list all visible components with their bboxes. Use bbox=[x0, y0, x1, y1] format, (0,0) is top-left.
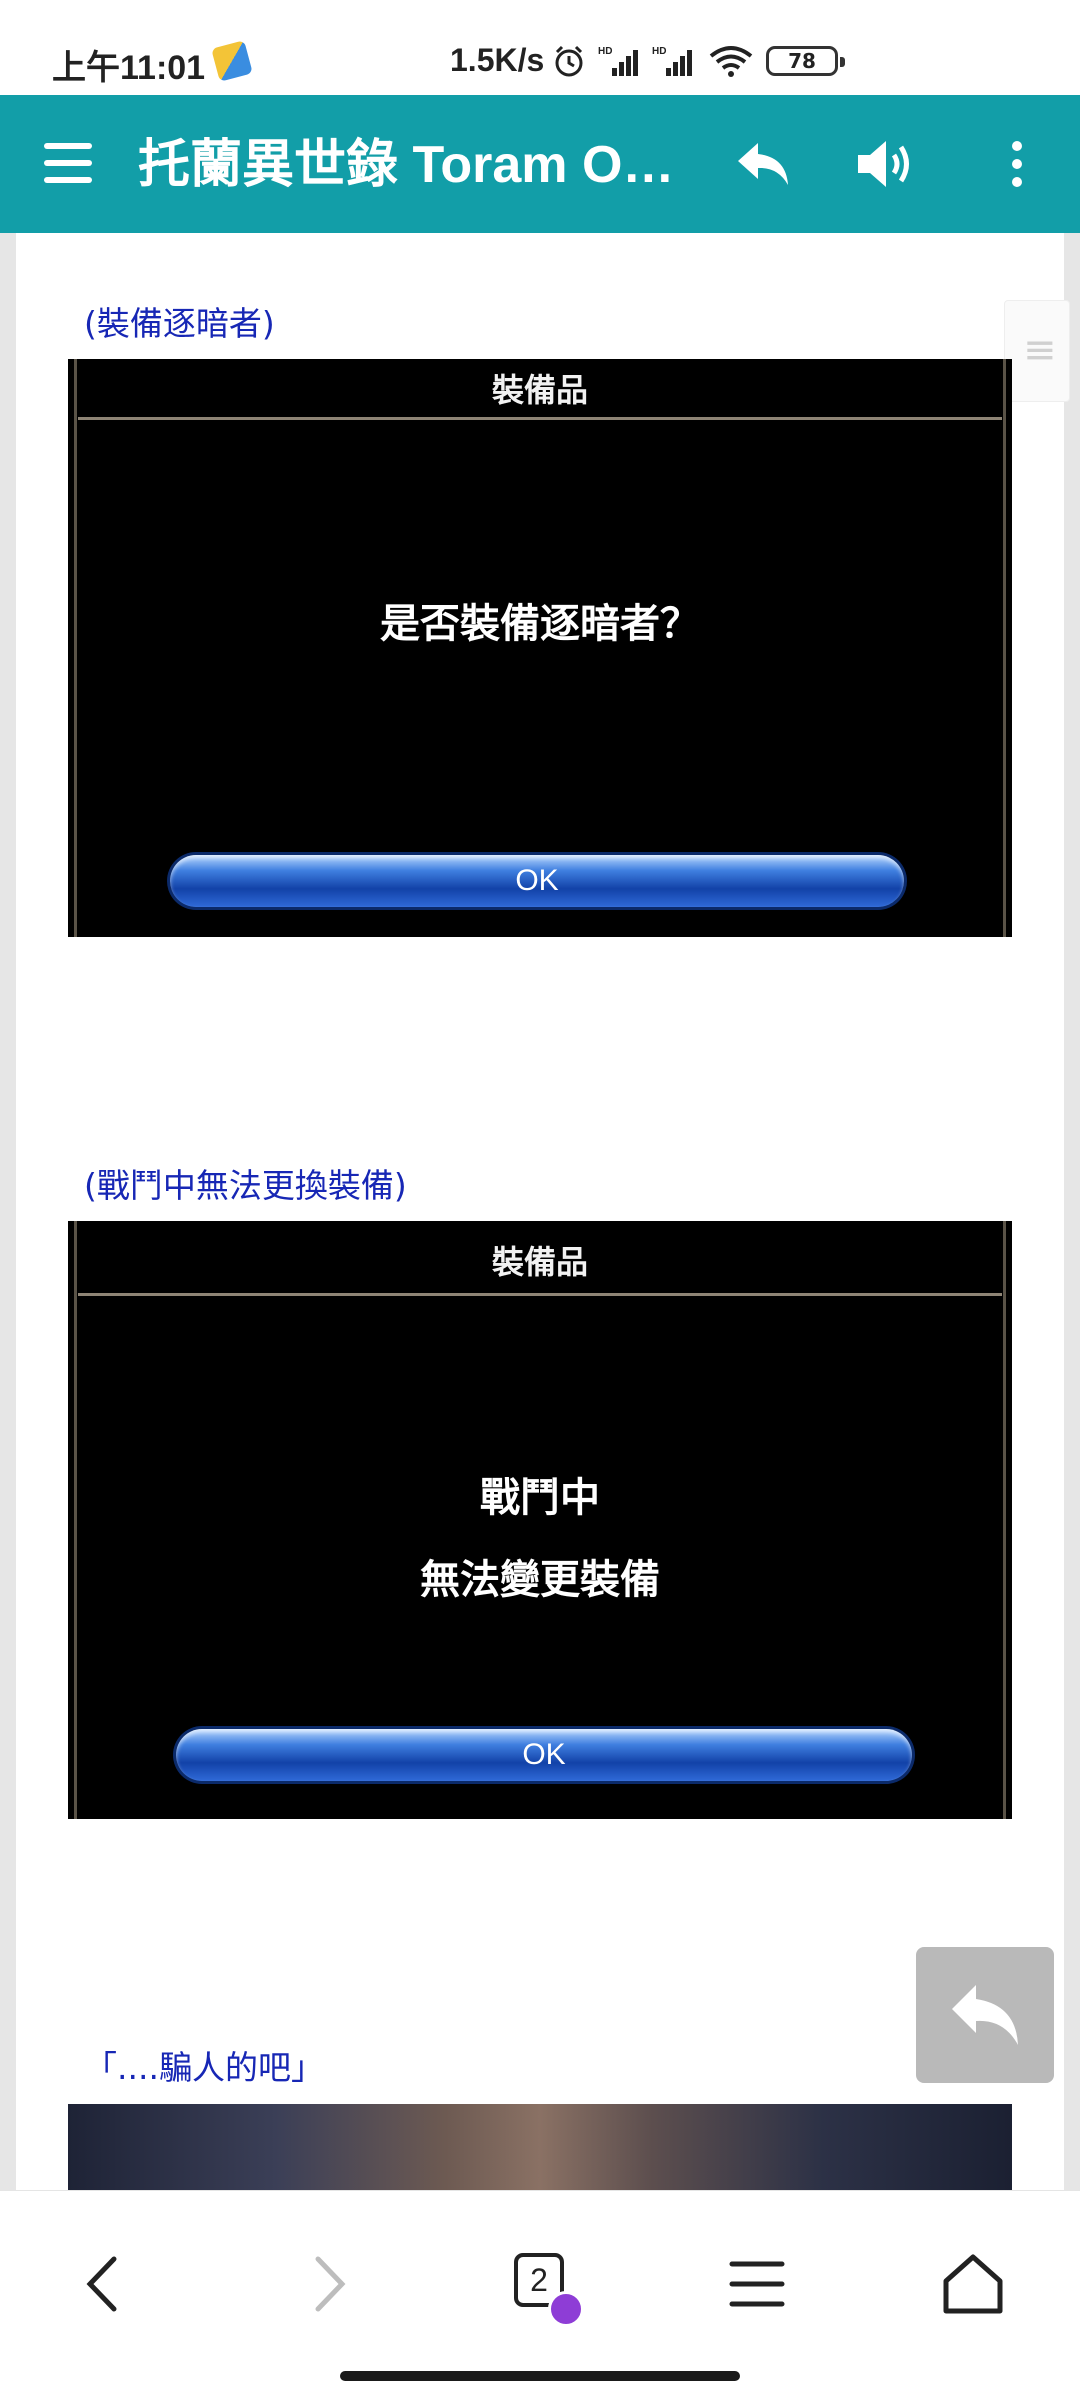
floating-back-button[interactable] bbox=[916, 1947, 1054, 2083]
network-speed: 1.5K/s bbox=[450, 42, 545, 78]
shot-message: 是否裝備逐暗者？ bbox=[380, 601, 700, 647]
ok-button: OK bbox=[170, 855, 904, 907]
game-screenshot-battle: 裝備品 戰鬥中 無法變更裝備 OK bbox=[68, 1221, 1012, 1819]
wifi-icon bbox=[709, 46, 753, 77]
game-screenshot-equip: 裝備品 是否裝備逐暗者？ OK bbox=[68, 359, 1012, 937]
app-bar: 托蘭異世錄 Toram Online bbox=[0, 95, 1080, 233]
svg-text:HD: HD bbox=[598, 46, 612, 57]
status-time: 上午11:01 bbox=[52, 49, 206, 87]
bottom-navigation: 2 bbox=[0, 2190, 1080, 2401]
battery-icon: 78 bbox=[766, 46, 845, 76]
hd-signal-icon: HD bbox=[598, 46, 638, 76]
shot-title: 裝備品 bbox=[491, 371, 588, 409]
shot-title: 裝備品 bbox=[491, 1243, 588, 1281]
ok-button: OK bbox=[176, 1729, 912, 1781]
back-icon[interactable] bbox=[60, 2239, 150, 2329]
caption-equip: (裝備逐暗者) bbox=[84, 304, 275, 343]
app-notification-icon bbox=[211, 40, 253, 82]
shot-message-line2: 無法變更裝備 bbox=[420, 1557, 660, 1603]
gesture-bar[interactable] bbox=[340, 2371, 740, 2381]
alarm-icon bbox=[555, 45, 583, 77]
page-title: 托蘭異世錄 Toram Online bbox=[138, 136, 698, 194]
svg-text:HD: HD bbox=[652, 46, 666, 57]
tabs-icon[interactable]: 2 bbox=[496, 2239, 586, 2329]
reply-icon bbox=[952, 1985, 1018, 2045]
incognito-icon bbox=[548, 2291, 584, 2327]
caption-battle: (戰鬥中無法更換裝備) bbox=[84, 1166, 407, 1205]
speaker-icon[interactable] bbox=[852, 129, 922, 199]
menu-lines-icon[interactable] bbox=[712, 2239, 802, 2329]
home-icon[interactable] bbox=[928, 2239, 1018, 2329]
caption-lie: 「....騙人的吧」 bbox=[84, 2048, 324, 2087]
hd-signal-icon: HD bbox=[652, 46, 692, 76]
anime-screenshot bbox=[68, 2104, 1012, 2190]
scroll-handle[interactable] bbox=[1004, 300, 1070, 402]
more-vert-icon[interactable] bbox=[982, 129, 1052, 199]
reply-icon[interactable] bbox=[728, 129, 798, 199]
status-bar: 上午11:01 1.5K/s HD HD 78 bbox=[0, 0, 1080, 95]
shot-message-line1: 戰鬥中 bbox=[480, 1475, 600, 1521]
menu-icon[interactable] bbox=[44, 143, 92, 183]
forward-icon[interactable] bbox=[282, 2239, 372, 2329]
